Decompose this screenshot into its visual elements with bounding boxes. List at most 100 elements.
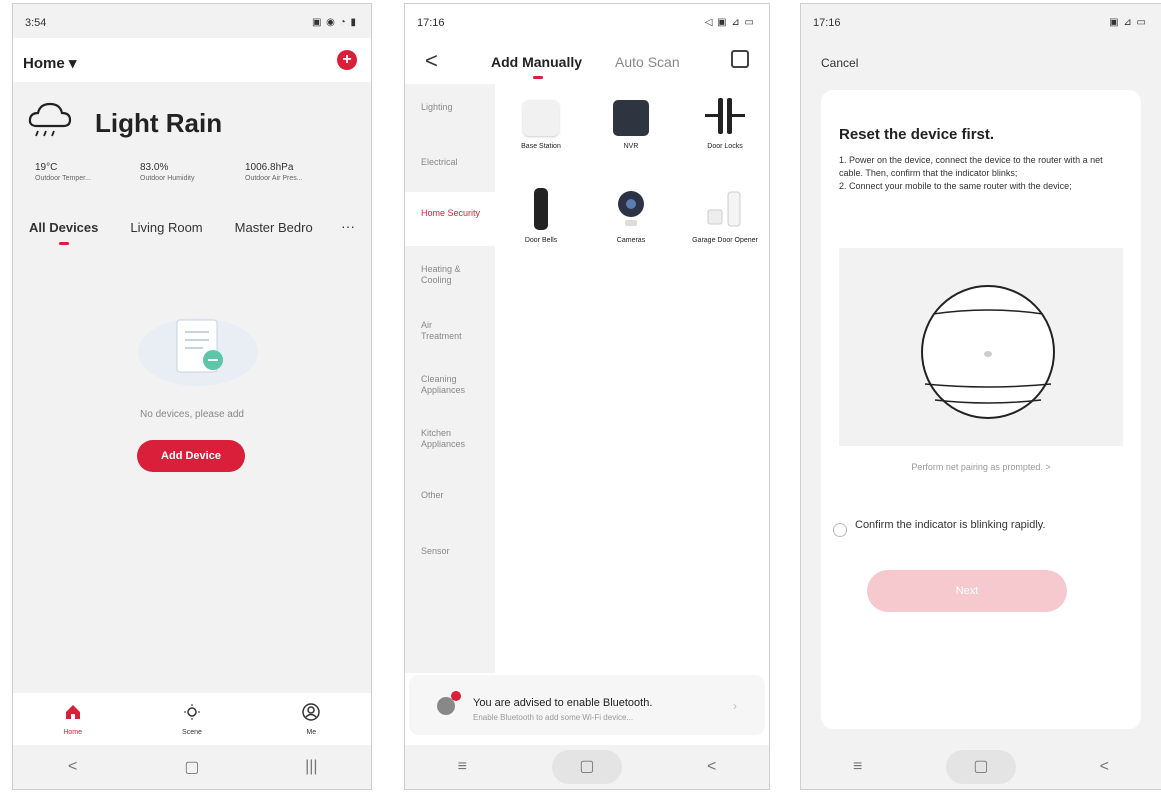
nvr-icon (613, 100, 649, 136)
device-sphere-image (921, 285, 1055, 419)
nav-scene[interactable]: Scene (162, 703, 222, 736)
device-name: Garage Door Opener (692, 237, 758, 244)
system-recents-button[interactable]: ||| (286, 758, 336, 776)
system-home-button[interactable]: ▢ (167, 757, 217, 777)
category-air-treatment[interactable]: Air Treatment (421, 320, 475, 342)
device-name: Cameras (616, 237, 646, 244)
base-station-icon (523, 100, 559, 136)
device-name: Base Station (521, 143, 561, 150)
home-icon (43, 703, 103, 725)
add-device-header: < Add Manually Auto Scan (405, 38, 769, 84)
tab-add-manually[interactable]: Add Manually (491, 54, 582, 79)
system-navbar: ≡ ▢ < (405, 745, 769, 789)
door-lock-icon (705, 98, 745, 134)
cancel-button[interactable]: Cancel (821, 56, 858, 70)
category-home-security[interactable]: Home Security (405, 192, 495, 246)
stat-label: Outdoor Temper... (35, 175, 91, 182)
system-back-button[interactable]: < (1079, 758, 1129, 776)
device-name: Door Bells (524, 237, 558, 244)
nav-label: Home (63, 728, 82, 736)
tab-all-devices[interactable]: All Devices (29, 220, 98, 245)
confirm-radio[interactable] (833, 523, 847, 537)
bluetooth-banner[interactable]: You are advised to enable Bluetooth. Ena… (409, 675, 765, 735)
category-heating-cooling[interactable]: Heating & Cooling (421, 264, 475, 286)
alert-badge (451, 691, 461, 701)
confirm-label[interactable]: Confirm the indicator is blinking rapidl… (855, 518, 1075, 532)
stat-pressure: 1006.8hPa Outdoor Air Pres... (245, 162, 350, 182)
door-bell-icon (534, 188, 548, 230)
status-time: 17:16 (813, 17, 841, 29)
device-base-station[interactable]: Base Station (501, 100, 581, 151)
stat-value: 1006.8hPa (245, 162, 294, 173)
phone-reset-device-screen: 17:16 ▣ ⊿ ▭ Cancel Reset the device firs… (800, 3, 1161, 790)
more-tabs-icon[interactable]: ··· (341, 218, 355, 234)
tab-living-room[interactable]: Living Room (130, 220, 202, 235)
stat-value: 83.0% (140, 162, 169, 173)
nav-home[interactable]: Home (43, 703, 103, 736)
weather-condition: Light Rain (95, 108, 223, 138)
bluetooth-subtitle: Enable Bluetooth to add some Wi-Fi devic… (473, 713, 634, 722)
device-name: Door Locks (707, 143, 743, 150)
reset-instructions-card: Reset the device first. 1. Power on the … (821, 90, 1141, 729)
category-sensor[interactable]: Sensor (421, 546, 450, 557)
bluetooth-title: You are advised to enable Bluetooth. (473, 697, 653, 709)
device-cameras[interactable]: Cameras (591, 188, 671, 245)
category-other[interactable]: Other (421, 490, 444, 501)
rain-cloud-icon (28, 102, 72, 137)
status-time: 17:16 (417, 17, 445, 29)
net-pairing-link[interactable]: Perform net pairing as prompted. > (821, 462, 1141, 472)
device-nvr[interactable]: NVR (591, 100, 671, 151)
device-illustration (839, 248, 1123, 446)
stat-label: Outdoor Air Pres... (245, 175, 303, 182)
phone-home-screen: 3:54 ▣ ◉ ◔ ▮ Home ▾ + Light Rain 19°C Ou… (12, 3, 372, 790)
status-icons: ▣ ◉ ◔ ▮ (311, 17, 357, 28)
category-electrical[interactable]: Electrical (421, 157, 458, 168)
weather-stats: 19°C Outdoor Temper... 83.0% Outdoor Hum… (35, 162, 361, 182)
camera-icon (618, 191, 644, 226)
empty-devices-text: No devices, please add (140, 409, 244, 420)
status-icons: ◁ ▣ ⊿ ▭ (704, 17, 755, 28)
category-lighting[interactable]: Lighting (421, 102, 453, 113)
status-time: 3:54 (25, 17, 47, 29)
system-home-button[interactable]: ▢ (551, 750, 622, 784)
room-tabs: All Devices Living Room Master Bedro (29, 220, 361, 245)
stat-label: Outdoor Humidity (140, 175, 195, 182)
category-kitchen-appliances[interactable]: Kitchen Appliances (421, 428, 481, 450)
nav-label: Scene (182, 728, 202, 736)
category-sidebar: Lighting Electrical Home Security Heatin… (405, 84, 495, 673)
system-menu-button[interactable]: ≡ (833, 758, 883, 776)
category-cleaning-appliances[interactable]: Cleaning Appliances (421, 374, 481, 396)
scan-icon[interactable] (731, 50, 749, 68)
device-name: NVR (623, 143, 639, 150)
scene-icon (162, 703, 222, 725)
next-button[interactable]: Next (867, 570, 1067, 612)
device-door-bells[interactable]: Door Bells (501, 188, 581, 245)
status-bar: 3:54 ▣ ◉ ◔ ▮ (13, 4, 371, 38)
tab-master-bedroom[interactable]: Master Bedro (235, 220, 313, 235)
chevron-right-icon: › (733, 699, 737, 713)
system-back-button[interactable]: < (687, 758, 737, 776)
home-topbar: Home ▾ + (13, 38, 371, 82)
nav-me[interactable]: Me (281, 702, 341, 736)
device-door-locks[interactable]: Door Locks (685, 96, 765, 151)
home-selector[interactable]: Home ▾ (23, 54, 76, 72)
tab-auto-scan[interactable]: Auto Scan (615, 54, 680, 70)
reset-step-2: 2. Connect your mobile to the same route… (839, 181, 1072, 191)
back-icon[interactable]: < (425, 48, 438, 74)
me-icon (281, 702, 341, 725)
device-garage-door-opener[interactable]: Garage Door Opener (685, 188, 765, 245)
system-home-button[interactable]: ▢ (945, 750, 1016, 784)
system-navbar: < ▢ ||| (13, 745, 371, 789)
add-plus-button[interactable]: + (337, 50, 357, 70)
status-bar: 17:16 ▣ ⊿ ▭ (801, 4, 1161, 38)
reset-step-1: 1. Power on the device, connect the devi… (839, 155, 1103, 178)
add-device-button[interactable]: Add Device (137, 440, 245, 472)
status-bar: 17:16 ◁ ▣ ⊿ ▭ (405, 4, 769, 38)
stat-temperature: 19°C Outdoor Temper... (35, 162, 140, 182)
system-menu-button[interactable]: ≡ (437, 758, 487, 776)
system-navbar: ≡ ▢ < (801, 745, 1161, 789)
stat-value: 19°C (35, 162, 58, 173)
system-back-button[interactable]: < (48, 758, 98, 776)
garage-door-opener-icon (707, 191, 741, 227)
reset-steps: 1. Power on the device, connect the devi… (839, 154, 1127, 193)
